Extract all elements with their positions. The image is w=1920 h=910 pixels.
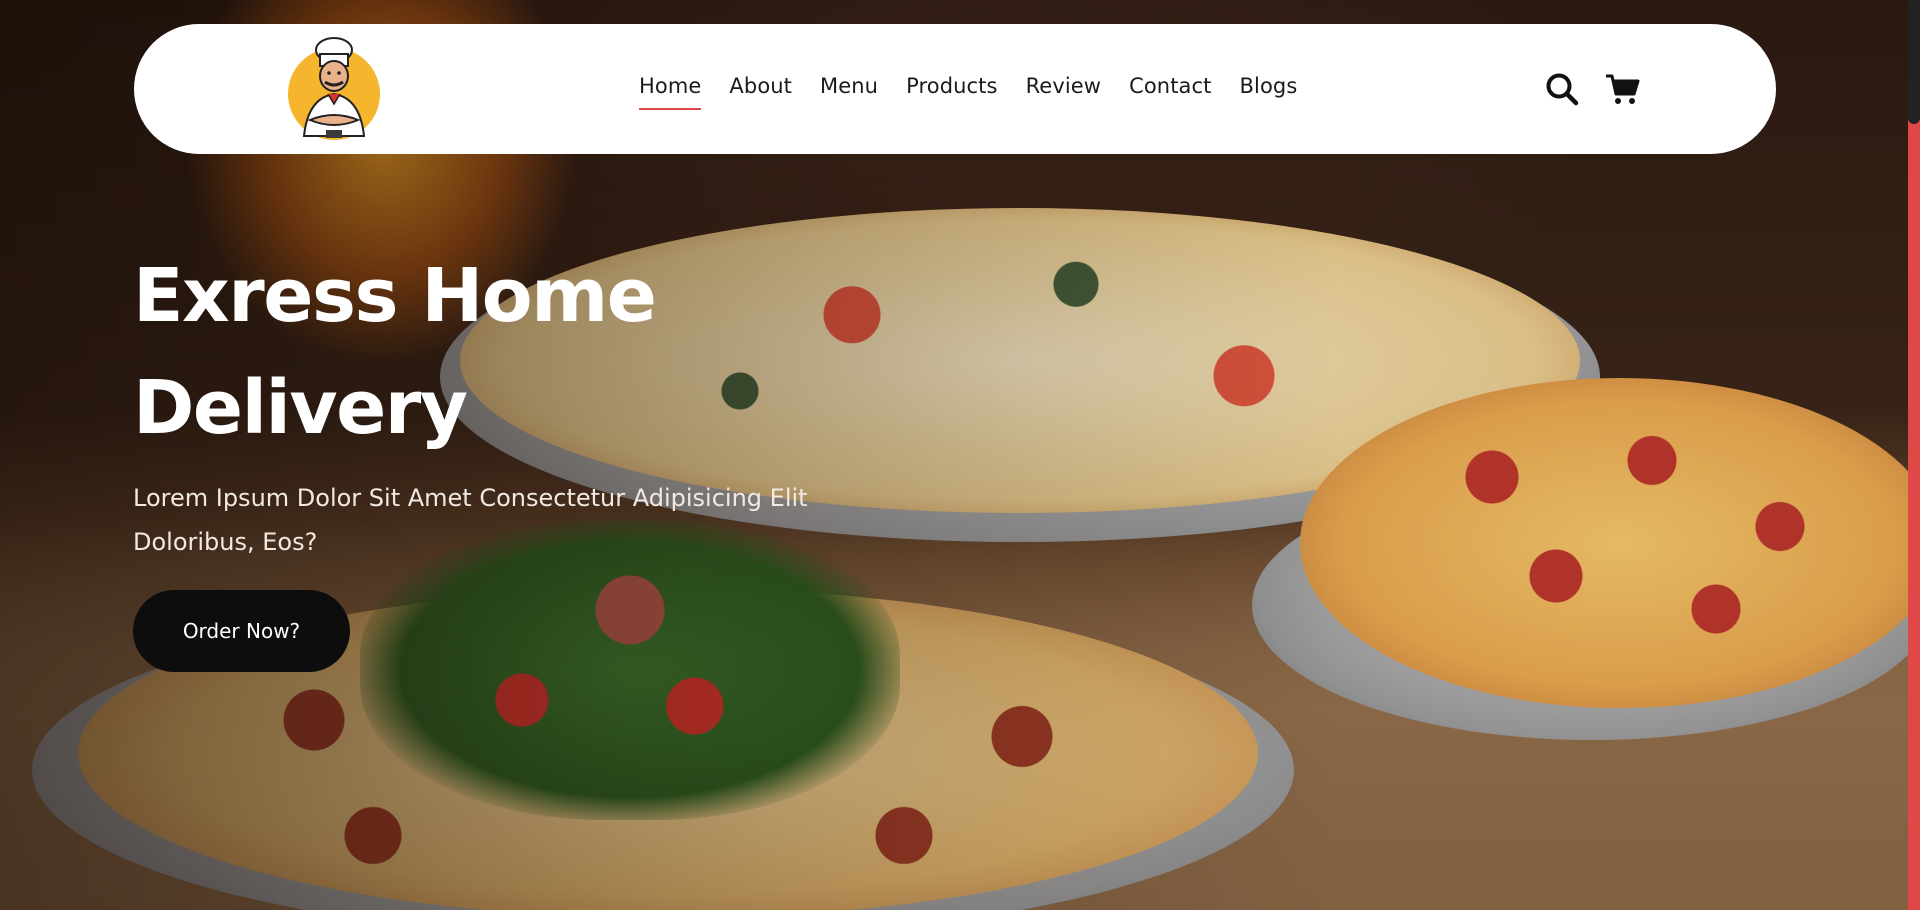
nav-products[interactable]: Products — [906, 74, 997, 104]
scrollbar-track[interactable] — [1908, 0, 1920, 910]
nav-home[interactable]: Home — [639, 74, 702, 110]
nav-blogs[interactable]: Blogs — [1240, 74, 1298, 104]
scrollbar-thumb[interactable] — [1908, 0, 1920, 124]
cart-icon[interactable] — [1604, 71, 1640, 107]
hero-subtitle-line1: Lorem Ipsum Dolor Sit Amet Consectetur A… — [133, 484, 808, 512]
nav-contact[interactable]: Contact — [1129, 74, 1211, 104]
nav-review[interactable]: Review — [1026, 74, 1102, 104]
search-icon[interactable] — [1544, 71, 1580, 107]
order-now-button[interactable]: Order Now? — [133, 590, 350, 672]
hero-title-line2: Delivery — [133, 365, 468, 451]
nav-about[interactable]: About — [729, 74, 792, 104]
hero-title: Exress Home Delivery — [133, 240, 833, 464]
site-header: Home About Menu Products Review Contact … — [134, 24, 1776, 154]
hero-subtitle: Lorem Ipsum Dolor Sit Amet Consectetur A… — [133, 476, 873, 564]
chef-mascot-icon[interactable] — [282, 36, 386, 142]
hero-title-line1: Exress Home — [133, 253, 657, 339]
nav-menu[interactable]: Menu — [820, 74, 878, 104]
hero-subtitle-line2: Doloribus, Eos? — [133, 528, 318, 556]
main-nav: Home About Menu Products Review Contact … — [639, 24, 1297, 154]
header-actions — [1544, 24, 1640, 154]
